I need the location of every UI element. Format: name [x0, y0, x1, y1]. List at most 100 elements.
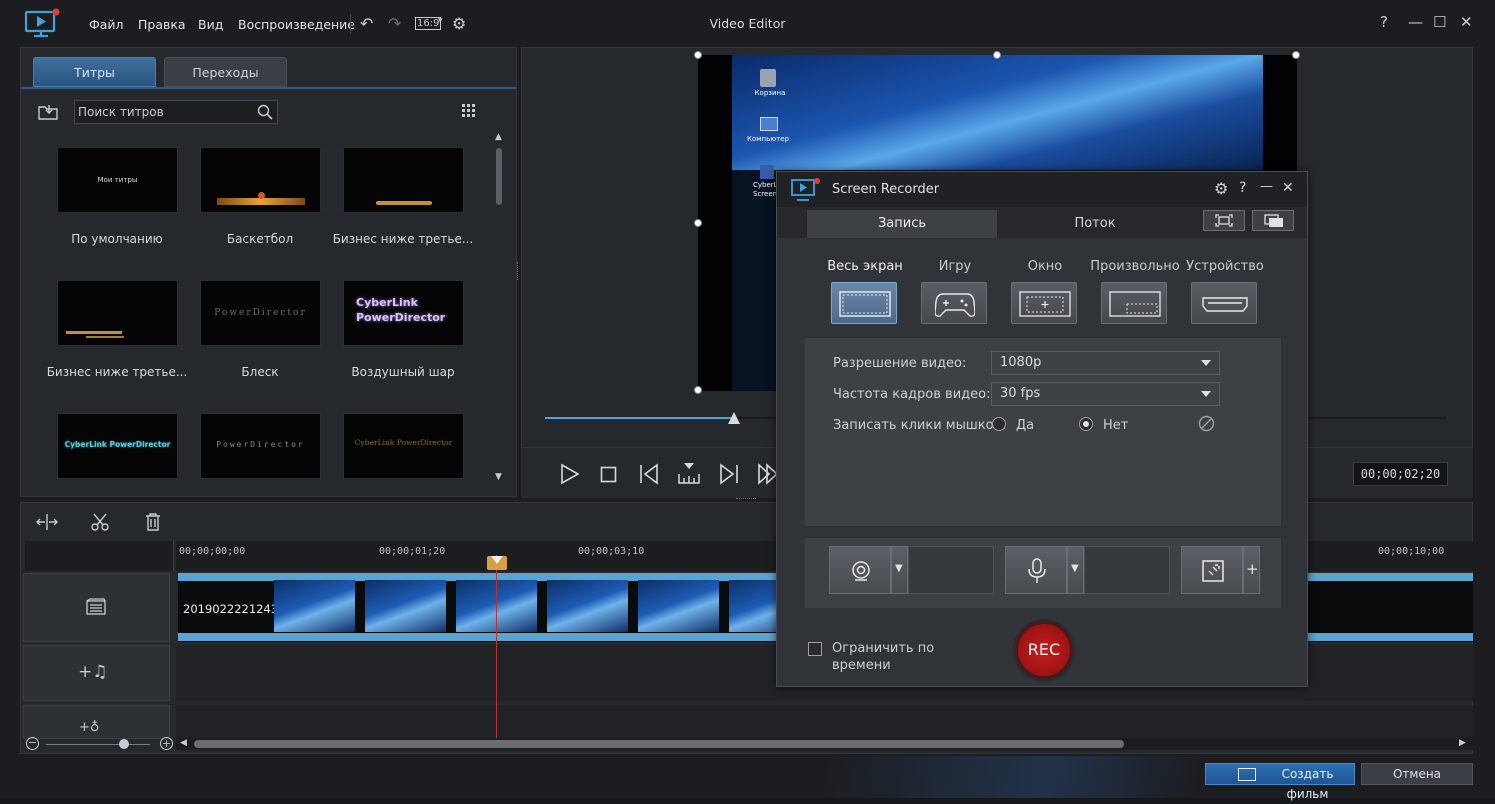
- screen-recorder-dialog: Screen Recorder ⚙ ? — ✕ Запись Поток Вес…: [776, 171, 1308, 687]
- title-thumb-business-2[interactable]: [57, 280, 178, 346]
- resize-handle[interactable]: [694, 51, 702, 59]
- title-thumb-basketball[interactable]: [200, 147, 321, 213]
- minimize-icon[interactable]: —: [1408, 13, 1423, 31]
- title-label: Блеск: [241, 365, 279, 379]
- mode-fullscreen-button[interactable]: [831, 282, 897, 324]
- framerate-select[interactable]: 30 fps: [991, 382, 1220, 406]
- resize-handle[interactable]: [1292, 51, 1300, 59]
- titles-library-panel: Титры Переходы Мои титры По умолчанию Ба…: [20, 47, 517, 497]
- webcam-icon: [852, 561, 870, 581]
- add-voice-icon[interactable]: +♁: [79, 720, 99, 735]
- capture-size-button[interactable]: [1203, 210, 1245, 231]
- recorder-minimize-icon[interactable]: —: [1260, 179, 1273, 194]
- timeline-scrollbar[interactable]: ◀ ▶: [176, 738, 1473, 750]
- effects-button[interactable]: [1181, 546, 1243, 594]
- dropdown-arrow-icon: [1201, 391, 1211, 397]
- title-thumb-9[interactable]: CyberLink PowerDirector: [343, 413, 464, 479]
- resize-handle[interactable]: [694, 386, 702, 394]
- create-movie-button[interactable]: Создать фильм: [1205, 763, 1355, 801]
- window-capture-icon: [1019, 291, 1071, 317]
- import-folder-icon[interactable]: [38, 103, 60, 121]
- time-limit-checkbox[interactable]: [808, 642, 822, 656]
- webcam-button[interactable]: [829, 546, 891, 594]
- title-thumb-glitter[interactable]: PowerDirector: [200, 280, 321, 346]
- mode-label-fullscreen: Весь экран: [827, 259, 903, 274]
- voice-track-header[interactable]: +♁: [23, 705, 170, 739]
- tab-stream[interactable]: Поток: [999, 210, 1191, 238]
- tab-record[interactable]: Запись: [807, 210, 997, 238]
- zoom-slider-track[interactable]: [46, 744, 150, 745]
- scroll-thumb[interactable]: [496, 148, 502, 205]
- mode-game-button[interactable]: [921, 282, 987, 324]
- panel-splitter[interactable]: [517, 262, 520, 280]
- resolution-value: 1080p: [1000, 355, 1042, 370]
- record-button[interactable]: REC: [1015, 621, 1073, 679]
- previous-frame-icon[interactable]: [638, 463, 660, 485]
- title-thumb-8[interactable]: PowerDirector: [200, 413, 321, 479]
- help-icon[interactable]: ?: [1380, 13, 1388, 31]
- scroll-up-icon[interactable]: ▲: [495, 132, 502, 142]
- preview-progress-knob[interactable]: [728, 412, 740, 424]
- play-icon[interactable]: [560, 463, 580, 485]
- resize-handle[interactable]: [993, 51, 1001, 59]
- clicks-no-radio[interactable]: [1079, 417, 1093, 431]
- webcam-dropdown[interactable]: ▼: [891, 546, 908, 594]
- recorder-settings-icon[interactable]: ⚙: [1214, 179, 1228, 198]
- microphone-dropdown[interactable]: ▼: [1067, 546, 1084, 594]
- playhead-marker-icon: [491, 556, 503, 564]
- split-marker-icon[interactable]: [677, 462, 701, 486]
- microphone-level: [1084, 546, 1170, 594]
- title-thumb-business-1[interactable]: [343, 147, 464, 213]
- mode-custom-button[interactable]: [1101, 282, 1167, 324]
- resolution-select[interactable]: 1080p: [991, 351, 1220, 375]
- scroll-thumb[interactable]: [194, 740, 1124, 748]
- playhead-line[interactable]: [496, 555, 497, 739]
- grid-view-icon[interactable]: [462, 104, 476, 118]
- library-scrollbar[interactable]: ▲ ▼: [495, 132, 503, 484]
- scroll-down-icon[interactable]: ▼: [495, 472, 502, 482]
- thumb-text: Мои титры: [97, 176, 138, 184]
- add-effect-button[interactable]: +: [1243, 546, 1260, 594]
- tab-transitions[interactable]: Переходы: [164, 57, 287, 87]
- clip-frame: [638, 580, 719, 632]
- search-icon[interactable]: [257, 104, 273, 120]
- stop-icon[interactable]: [600, 466, 617, 483]
- microphone-button[interactable]: [1005, 546, 1067, 594]
- monitor-select-button[interactable]: [1252, 210, 1294, 231]
- title-thumb-default[interactable]: Мои титры: [57, 147, 178, 213]
- search-field: [74, 100, 278, 124]
- zoom-slider-knob[interactable]: [119, 739, 129, 749]
- video-track-header[interactable]: [23, 573, 170, 642]
- zoom-out-icon[interactable]: −: [26, 737, 39, 750]
- title-thumb-7[interactable]: CyberLink PowerDirector: [57, 413, 178, 479]
- mode-window-button[interactable]: [1011, 282, 1077, 324]
- recorder-close-icon[interactable]: ✕: [1282, 180, 1294, 196]
- maximize-icon[interactable]: ☐: [1433, 13, 1446, 31]
- window-title: Video Editor: [709, 16, 786, 31]
- music-track-header[interactable]: +♫: [23, 645, 170, 701]
- scissors-icon[interactable]: [90, 512, 110, 532]
- framerate-value: 30 fps: [1000, 386, 1041, 401]
- close-icon[interactable]: ✕: [1460, 13, 1473, 31]
- resize-handle[interactable]: [694, 219, 702, 227]
- search-input[interactable]: [78, 103, 248, 121]
- trash-icon[interactable]: [145, 512, 161, 531]
- mode-device-button[interactable]: [1191, 282, 1257, 324]
- clicks-yes-radio[interactable]: [992, 417, 1006, 431]
- next-frame-icon[interactable]: [718, 463, 740, 485]
- split-view-icon[interactable]: [35, 513, 59, 531]
- scroll-left-icon[interactable]: ◀: [180, 738, 187, 748]
- title-thumb-balloon[interactable]: CyberLink PowerDirector: [343, 280, 464, 346]
- scroll-right-icon[interactable]: ▶: [1459, 738, 1466, 748]
- gamepad-icon: [935, 293, 975, 317]
- thumb-text: CyberLink PowerDirector: [354, 438, 453, 447]
- recorder-help-icon[interactable]: ?: [1239, 180, 1246, 196]
- voice-track[interactable]: [176, 705, 1473, 739]
- add-music-icon[interactable]: +♫: [78, 662, 107, 682]
- panel-splitter[interactable]: [736, 498, 756, 501]
- tab-titles[interactable]: Титры: [33, 57, 156, 87]
- zoom-in-icon[interactable]: +: [160, 737, 173, 750]
- disabled-icon[interactable]: [1198, 415, 1215, 432]
- cancel-button[interactable]: Отмена: [1361, 763, 1473, 785]
- time-limit-label: времени: [832, 658, 891, 673]
